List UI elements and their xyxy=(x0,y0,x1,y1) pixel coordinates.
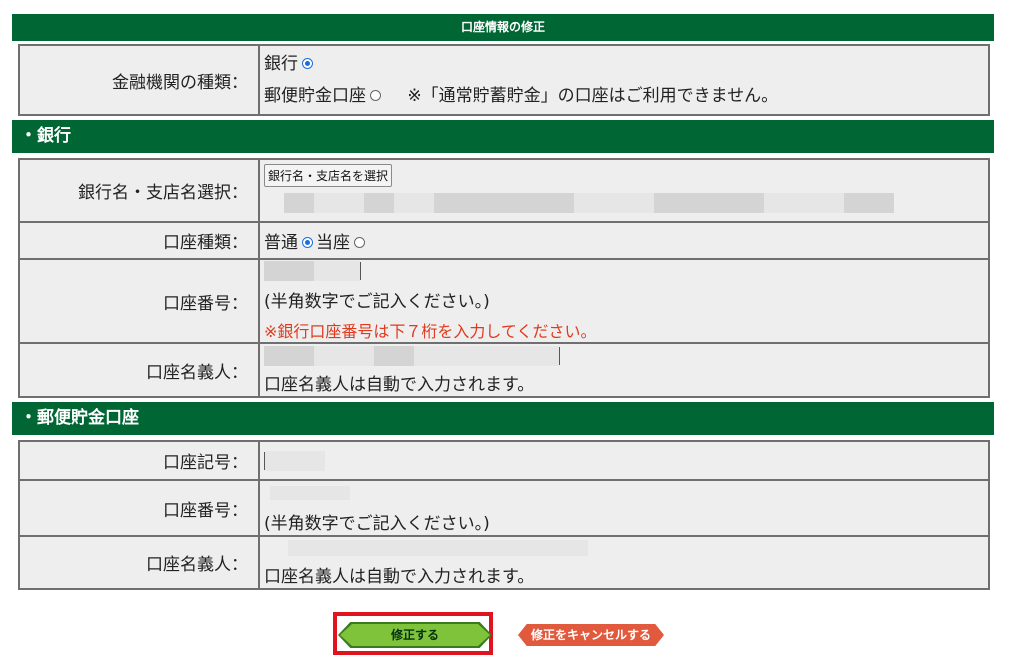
cancel-button[interactable]: 修正をキャンセルする xyxy=(518,624,664,646)
branch-result-redacted xyxy=(264,193,988,219)
bank-section-header: ・銀行 xyxy=(12,120,994,153)
postal-number-hint: (半角数字でご記入ください。) xyxy=(264,513,490,534)
postal-note: ※「通常貯蓄貯金」の口座はご利用できません。 xyxy=(407,86,779,106)
radio-touza[interactable] xyxy=(354,236,365,248)
institution-options: 銀行 郵便貯金口座 ※「通常貯蓄貯金」の口座はご利用できません。 xyxy=(258,44,990,116)
branch-cell: 銀行名・支店名を選択 xyxy=(258,158,990,223)
bank-table: 銀行名・支店名選択： 銀行名・支店名を選択 口座種類： 普通 当座 口座番号： (… xyxy=(18,158,990,398)
type-touza-label: 当座 xyxy=(316,233,350,253)
postal-number-cell: (半角数字でご記入ください。) xyxy=(258,479,990,537)
postal-symbol-label: 口座記号： xyxy=(18,440,260,481)
bank-holder-hint: 口座名義人は自動で入力されます。 xyxy=(264,374,535,395)
account-type-options: 普通 当座 xyxy=(258,221,990,260)
postal-number-input[interactable] xyxy=(264,483,988,501)
postal-holder-input[interactable] xyxy=(264,538,988,560)
bank-holder-label: 口座名義人： xyxy=(18,342,260,398)
bank-holder-input[interactable] xyxy=(264,345,988,366)
radio-futsu[interactable] xyxy=(302,236,313,248)
postal-symbol-input[interactable] xyxy=(264,450,325,471)
postal-number-label: 口座番号： xyxy=(18,479,260,537)
radio-bank[interactable] xyxy=(302,57,313,69)
postal-symbol-cell xyxy=(258,440,990,481)
form-title: 口座情報の修正 xyxy=(12,14,994,41)
postal-table: 口座記号： 口座番号： (半角数字でご記入ください。) 口座名義人： 口座名義人… xyxy=(18,440,990,590)
postal-section-header: ・郵便貯金口座 xyxy=(12,402,994,435)
bank-holder-cell: 口座名義人は自動で入力されます。 xyxy=(258,342,990,398)
select-branch-button[interactable]: 銀行名・支店名を選択 xyxy=(264,164,393,187)
option-bank-label: 銀行 xyxy=(264,54,298,74)
bank-number-warning: ※銀行口座番号は下７桁を入力してください。 xyxy=(264,321,597,341)
institution-label: 金融機関の種類： xyxy=(18,44,260,116)
type-futsu-label: 普通 xyxy=(264,233,298,253)
account-type-label: 口座種類： xyxy=(18,221,260,260)
submit-button[interactable]: 修正する xyxy=(340,624,490,646)
bank-number-hint: (半角数字でご記入ください。) xyxy=(264,291,490,312)
bank-number-cell: (半角数字でご記入ください。) ※銀行口座番号は下７桁を入力してください。 xyxy=(258,258,990,344)
postal-holder-hint: 口座名義人は自動で入力されます。 xyxy=(264,567,535,587)
postal-holder-cell: 口座名義人は自動で入力されます。 xyxy=(258,535,990,590)
branch-label: 銀行名・支店名選択： xyxy=(18,158,260,223)
bank-number-label: 口座番号： xyxy=(18,258,260,344)
radio-postal[interactable] xyxy=(370,89,381,101)
postal-holder-label: 口座名義人： xyxy=(18,535,260,590)
bank-number-input[interactable] xyxy=(264,260,988,283)
institution-table: 金融機関の種類： 銀行 郵便貯金口座 ※「通常貯蓄貯金」の口座はご利用できません… xyxy=(18,44,990,116)
option-postal-label: 郵便貯金口座 xyxy=(264,86,366,106)
